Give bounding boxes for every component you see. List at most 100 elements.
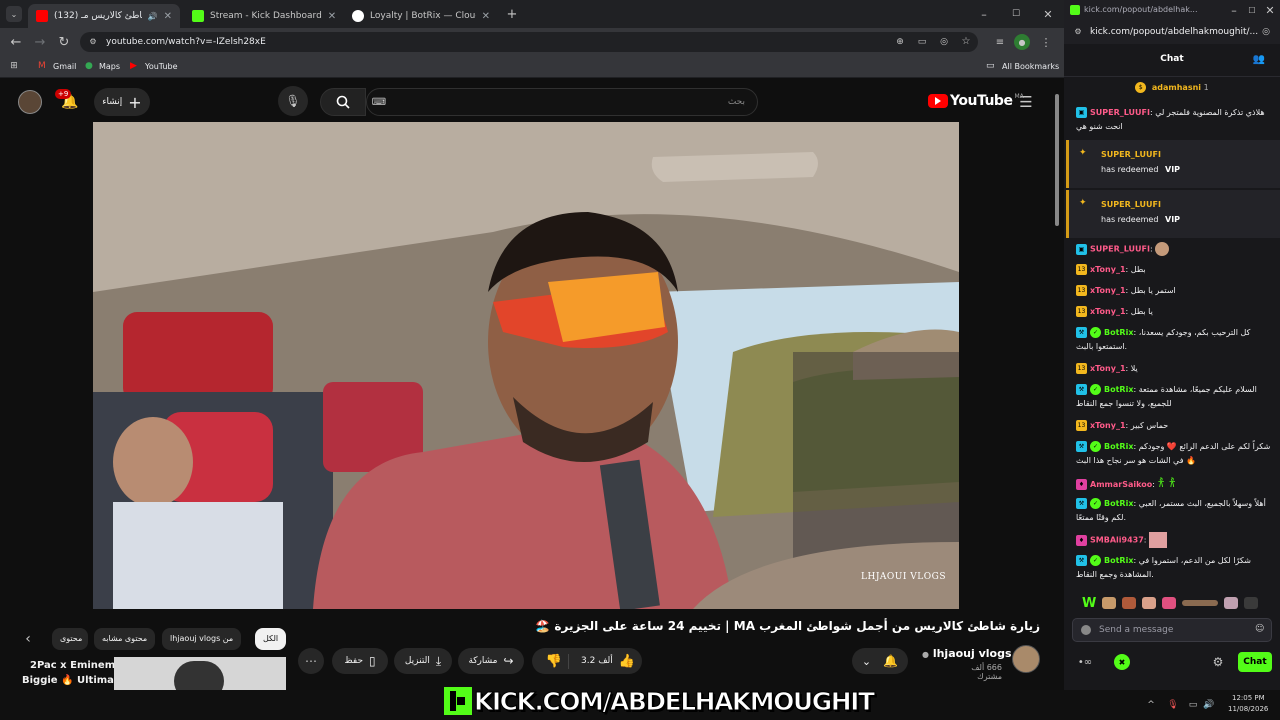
tab-search-icon[interactable]: ⌄	[6, 6, 22, 22]
chat-username[interactable]: xTony_1	[1090, 265, 1126, 274]
scrollbar-thumb[interactable]	[1055, 94, 1059, 226]
chat-username[interactable]: SMBAli9437	[1090, 536, 1144, 545]
network-icon[interactable]: ▭	[1186, 698, 1200, 712]
maximize-icon[interactable]: ☐	[1008, 6, 1024, 22]
all-bookmarks[interactable]: All Bookmarks	[1002, 62, 1059, 71]
emote-icon[interactable]	[1142, 597, 1157, 609]
microphone-icon[interactable]: 🎙	[1166, 698, 1180, 712]
chat-username[interactable]: BotRix	[1104, 442, 1133, 451]
minimize-icon[interactable]: –	[976, 6, 992, 22]
popout-url-bar[interactable]: ⚙ kick.com/popout/abdelhakmoughit/... ◎	[1064, 20, 1280, 44]
new-tab-button[interactable]: +	[504, 6, 520, 22]
apps-grid-icon[interactable]: ⊞	[8, 60, 20, 72]
redeem-user[interactable]: SUPER_LUUFI	[1101, 150, 1161, 159]
subscribe-menu-button[interactable]: ⌄ 🔔	[852, 648, 908, 674]
emote-icon[interactable]	[1102, 597, 1117, 609]
kick-icon[interactable]: ✖	[1114, 654, 1130, 670]
clock-date[interactable]: 11/08/2026	[1228, 705, 1268, 713]
sub-13-badge-icon: 13	[1076, 264, 1087, 275]
emote-w-icon[interactable]: W	[1082, 596, 1096, 611]
maximize-icon[interactable]: ☐	[1246, 4, 1258, 16]
chat-username[interactable]: xTony_1	[1090, 421, 1126, 430]
chat-username[interactable]: BotRix	[1104, 556, 1133, 565]
chat-username[interactable]: xTony_1	[1090, 307, 1126, 316]
channel-avatar[interactable]	[1012, 645, 1040, 673]
chip-all[interactable]: الكل	[255, 628, 287, 650]
site-info-icon[interactable]: ⚙	[88, 37, 98, 47]
search-input[interactable]: بحث	[366, 88, 758, 116]
chat-message: ⚒ ✓ BotRix: شكرًا لكل من الدعم، استمروا في…	[1076, 555, 1251, 579]
bookmark-star-icon[interactable]: ☆	[960, 36, 972, 48]
clock-time[interactable]: 12:05 PM	[1232, 694, 1265, 702]
emote-icon[interactable]	[1224, 597, 1239, 609]
page-scrollbar[interactable]	[1052, 80, 1062, 690]
send-chat-button[interactable]: Chat	[1238, 652, 1272, 672]
close-window-icon[interactable]: ✕	[1264, 4, 1276, 17]
chat-username[interactable]: BotRix	[1104, 499, 1133, 508]
chat-username[interactable]: xTony_1	[1090, 286, 1126, 295]
redeem-user[interactable]: SUPER_LUUFI	[1101, 200, 1161, 209]
bookmark-youtube[interactable]: YouTube	[145, 62, 178, 71]
emote-icon[interactable]	[1244, 597, 1259, 609]
users-icon[interactable]: 👥	[1252, 52, 1266, 66]
recommended-title-line-1[interactable]: 2Pac x Eminem x	[30, 660, 125, 671]
chat-username[interactable]: AmmarSaikoo	[1090, 480, 1152, 489]
chip-related[interactable]: محتوى مشابه	[94, 628, 156, 650]
points-icon[interactable]: •∞	[1074, 654, 1096, 670]
eye-off-icon[interactable]: ◎	[938, 36, 950, 48]
download-button[interactable]: التنزيل ⤓	[394, 648, 452, 674]
minimize-icon[interactable]: –	[1228, 4, 1240, 17]
tab-youtube[interactable]: (132) زيارة شاطئ كالاريس مـ 🔊 ✕	[28, 4, 180, 28]
tray-chevron-icon[interactable]: ^	[1144, 698, 1158, 712]
youtube-logo[interactable]: YouTube MA	[928, 93, 1024, 109]
chat-input[interactable]: Send a message ☺	[1072, 618, 1272, 642]
like-icon[interactable]: 👍	[619, 654, 635, 669]
tab-kick-dashboard[interactable]: Stream - Kick Dashboard ✕	[184, 4, 342, 28]
address-bar[interactable]: ⚙ youtube.com/watch?v=-IZelsh28xE ⊕ ▭ ◎ …	[80, 32, 978, 52]
dislike-icon[interactable]: 👎	[539, 653, 570, 669]
voice-search-icon[interactable]: 🎙	[278, 86, 308, 116]
zoom-icon[interactable]: ⊕	[894, 36, 906, 48]
close-tab-icon[interactable]: ✕	[164, 11, 172, 22]
bookmark-gmail[interactable]: Gmail	[53, 62, 76, 71]
search-button[interactable]	[320, 88, 366, 116]
chip-content[interactable]: محتوى	[52, 628, 88, 650]
keyboard-icon[interactable]: ⌨	[372, 96, 386, 108]
forward-icon[interactable]: →	[32, 34, 48, 50]
profile-avatar[interactable]: ●	[1014, 34, 1030, 50]
media-icon[interactable]: ≡	[992, 34, 1008, 50]
eye-off-icon[interactable]: ◎	[1260, 26, 1272, 38]
like-count: 3.2 ألف	[581, 656, 613, 666]
settings-gear-icon[interactable]: ⚙	[1210, 654, 1226, 670]
close-tab-icon[interactable]: ✕	[328, 11, 336, 22]
bookmark-maps[interactable]: Maps	[99, 62, 120, 71]
video-player[interactable]: LHJAOUI VLOGS	[93, 122, 959, 609]
emoji-icon[interactable]: ☺	[1255, 624, 1264, 634]
emote-icon[interactable]	[1122, 597, 1137, 609]
share-button[interactable]: مشاركة ↪	[458, 648, 524, 674]
recommended-title-line-2[interactable]: Biggie 🔥 Ultimate	[22, 675, 125, 686]
recommended-thumbnail[interactable]	[114, 657, 286, 690]
create-button[interactable]: إنشاء +	[94, 88, 150, 116]
back-icon[interactable]: ←	[8, 34, 24, 50]
emote-icon[interactable]	[1182, 600, 1219, 606]
tab-botrix[interactable]: Loyalty | BotRix — Cloud Stream ✕	[344, 4, 498, 28]
close-tab-icon[interactable]: ✕	[482, 11, 490, 22]
emote-icon[interactable]	[1162, 597, 1177, 609]
save-button[interactable]: حفظ ▯	[332, 648, 388, 674]
chip-from-channel[interactable]: من lhjaouj vlogs	[162, 628, 242, 650]
chat-username[interactable]: BotRix	[1104, 385, 1133, 394]
channel-name[interactable]: ● lhjaouj vlogs	[922, 647, 1012, 660]
chevron-left-icon[interactable]: ‹	[18, 629, 38, 649]
close-window-icon[interactable]: ✕	[1040, 6, 1056, 22]
chat-username[interactable]: xTony_1	[1090, 364, 1126, 373]
chat-username[interactable]: SUPER_LUUFI	[1090, 108, 1150, 117]
volume-icon[interactable]: 🔊	[1202, 698, 1216, 712]
install-icon[interactable]: ▭	[916, 36, 928, 48]
reload-icon[interactable]: ↻	[56, 34, 72, 50]
chat-username[interactable]: SUPER_LUUFI	[1090, 245, 1150, 254]
account-avatar[interactable]	[18, 90, 42, 114]
more-actions-icon[interactable]: ⋯	[298, 648, 324, 674]
browser-menu-icon[interactable]: ⋮	[1038, 34, 1054, 50]
chat-username[interactable]: BotRix	[1104, 328, 1133, 337]
